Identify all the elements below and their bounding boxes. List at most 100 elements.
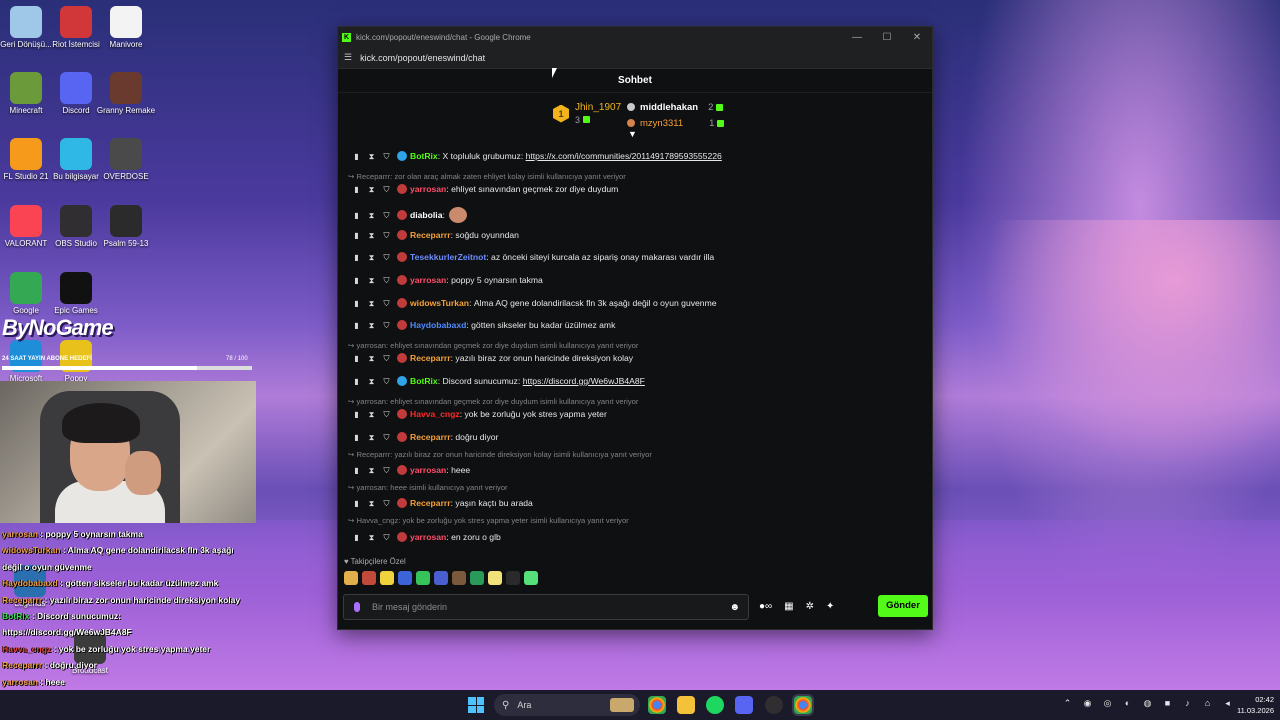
reply-context[interactable]: ↪ Receparrr: zor olan araç almak zaten e… [348,172,626,181]
chat-username[interactable]: yarrosan [410,532,446,542]
delete-icon[interactable]: ▮ [352,299,361,308]
timeout-icon[interactable]: ⧗ [367,321,376,330]
chat-message[interactable]: ▮ ⧗ ⛉ Haydobabaxd: götten sikseler bu kadar… [352,320,615,330]
overdose-desktop-shortcut[interactable]: OVERDOSE [96,138,156,181]
manivore-desktop-shortcut[interactable]: Manivore [96,6,156,49]
site-settings-icon[interactable]: ☰ [344,52,352,63]
reply-context[interactable]: ↪ yarrosan: heee isimli kullanıcıya yanı… [348,483,508,492]
tray-mic-icon[interactable]: ♪ [1182,698,1193,709]
obs-icon[interactable] [765,696,783,714]
emote-button[interactable] [434,571,448,585]
chat-username[interactable]: Havva_cngz [410,409,460,419]
emote-button[interactable] [524,571,538,585]
chat-message[interactable]: ▮ ⧗ ⛉ Receparrr: yazılı biraz zor onun hari… [352,353,633,363]
ban-icon[interactable]: ⛉ [382,321,391,330]
delete-icon[interactable]: ▮ [352,354,361,363]
chat-username[interactable]: Receparrr [410,498,451,508]
chat-message[interactable]: ▮ ⧗ ⛉ yarrosan: poppy 5 oynarsın takma [352,275,543,285]
emote-button[interactable] [452,571,466,585]
ban-icon[interactable]: ⛉ [382,377,391,386]
tray-discord-icon[interactable]: ◉ [1082,698,1093,709]
minimize-button[interactable]: — [842,32,872,43]
ban-icon[interactable]: ⛉ [382,410,391,419]
ban-icon[interactable]: ⛉ [382,185,391,194]
granny-desktop-shortcut[interactable]: Granny Remake [96,72,156,115]
reply-context[interactable]: ↪ yarrosan: ehliyet sınavından geçmek zo… [348,397,638,406]
ban-icon[interactable]: ⛉ [382,276,391,285]
store-icon[interactable]: ▦ [784,601,793,612]
timeout-icon[interactable]: ⧗ [367,152,376,161]
timeout-icon[interactable]: ⧗ [367,466,376,475]
ban-icon[interactable]: ⛉ [382,466,391,475]
ban-icon[interactable]: ⛉ [382,499,391,508]
timeout-icon[interactable]: ⧗ [367,211,376,220]
tray-record-icon[interactable]: ■ [1162,698,1173,709]
ban-icon[interactable]: ⛉ [382,211,391,220]
tray-spotify-icon[interactable]: ◎ [1102,698,1113,709]
chat-input[interactable]: Bir mesaj gönderin ☻ [343,594,749,620]
expand-pinned-icon[interactable]: ▼ [628,130,638,139]
reply-context[interactable]: ↪ Receparrr: yazılı biraz zor onun haric… [348,450,652,459]
delete-icon[interactable]: ▮ [352,185,361,194]
delete-icon[interactable]: ▮ [352,253,361,262]
windows-start-icon[interactable] [468,697,484,713]
reply-context[interactable]: ↪ Havva_cngz: yok be zorluğu yok stres y… [348,516,629,525]
emote-button[interactable] [488,571,502,585]
timeout-icon[interactable]: ⧗ [367,185,376,194]
chat-message[interactable]: ▮ ⧗ ⛉ Receparrr: yaşın kaçtı bu arada [352,498,533,508]
timeout-icon[interactable]: ⧗ [367,276,376,285]
ban-icon[interactable]: ⛉ [382,253,391,262]
ban-icon[interactable]: ⛉ [382,533,391,542]
chat-input-placeholder[interactable]: Bir mesaj gönderin [372,602,729,612]
chat-link[interactable]: https://discord.gg/We6wJB4A8F [523,376,645,386]
chat-message[interactable]: ▮ ⧗ ⛉ Havva_cngz: yok be zorluğu yok stres … [352,409,607,419]
chat-username[interactable]: Receparrr [410,230,451,240]
chrome-icon[interactable] [648,696,666,714]
psalm-desktop-shortcut[interactable]: Psalm 59-13 [96,205,156,248]
delete-icon[interactable]: ▮ [352,211,361,220]
maximize-button[interactable]: ☐ [872,32,902,43]
chat-message[interactable]: ▮ ⧗ ⛉ Receparrr: doğru diyor [352,432,498,442]
delete-icon[interactable]: ▮ [352,321,361,330]
chat-message[interactable]: ▮ ⧗ ⛉ BotRix: Discord sunucumuz: https://di… [352,376,645,386]
ban-icon[interactable]: ⛉ [382,152,391,161]
timeout-icon[interactable]: ⧗ [367,433,376,442]
emote-button[interactable] [470,571,484,585]
file-explorer-icon[interactable] [677,696,695,714]
delete-icon[interactable]: ▮ [352,533,361,542]
chat-username[interactable]: diabolia [410,210,442,220]
url-text[interactable]: kick.com/popout/eneswind/chat [360,53,485,63]
leader-third[interactable]: mzyn3311 1 [627,115,725,131]
delete-icon[interactable]: ▮ [352,231,361,240]
emote-button[interactable] [380,571,394,585]
timeout-icon[interactable]: ⧗ [367,533,376,542]
leader-first[interactable]: 1 Jhin_1907 3 [553,102,621,125]
timeout-icon[interactable]: ⧗ [367,377,376,386]
taskbar-search[interactable]: ⚲ Ara [494,694,640,716]
delete-icon[interactable]: ▮ [352,499,361,508]
taskbar-clock[interactable]: 02:42 11.03.2026 [1226,694,1274,716]
close-button[interactable]: ✕ [902,32,932,43]
leader-second[interactable]: middlehakan 2 [627,99,724,115]
delete-icon[interactable]: ▮ [352,466,361,475]
community-icon[interactable]: ●∞ [759,601,772,612]
chat-message[interactable]: ▮ ⧗ ⛉ Receparrr: soğdu oyunndan [352,230,519,240]
chat-message[interactable]: ▮ ⧗ ⛉ yarrosan: ehliyet sınavından geçmek z… [352,184,618,194]
delete-icon[interactable]: ▮ [352,152,361,161]
delete-icon[interactable]: ▮ [352,276,361,285]
delete-icon[interactable]: ▮ [352,377,361,386]
tray-wifi-icon[interactable]: ⌂ [1202,698,1213,709]
ban-icon[interactable]: ⛉ [382,433,391,442]
delete-icon[interactable]: ▮ [352,410,361,419]
tray-app-icon[interactable]: ◐ [1122,698,1133,709]
tray-chevron-icon[interactable]: ⌃ [1062,698,1073,709]
chat-username[interactable]: widowsTurkan [410,298,469,308]
chat-message[interactable]: ▮ ⧗ ⛉ TesekkurlerZeitnot: az önceki siteyi … [352,252,714,262]
chat-username[interactable]: BotRix [410,376,438,386]
emoji-icon[interactable]: ☻ [729,602,740,613]
emote-button[interactable] [362,571,376,585]
timeout-icon[interactable]: ⧗ [367,410,376,419]
chat-username[interactable]: yarrosan [410,465,446,475]
chat-message[interactable]: ▮ ⧗ ⛉ BotRix: X topluluk grubumuz: https://… [352,151,722,161]
delete-icon[interactable]: ▮ [352,433,361,442]
